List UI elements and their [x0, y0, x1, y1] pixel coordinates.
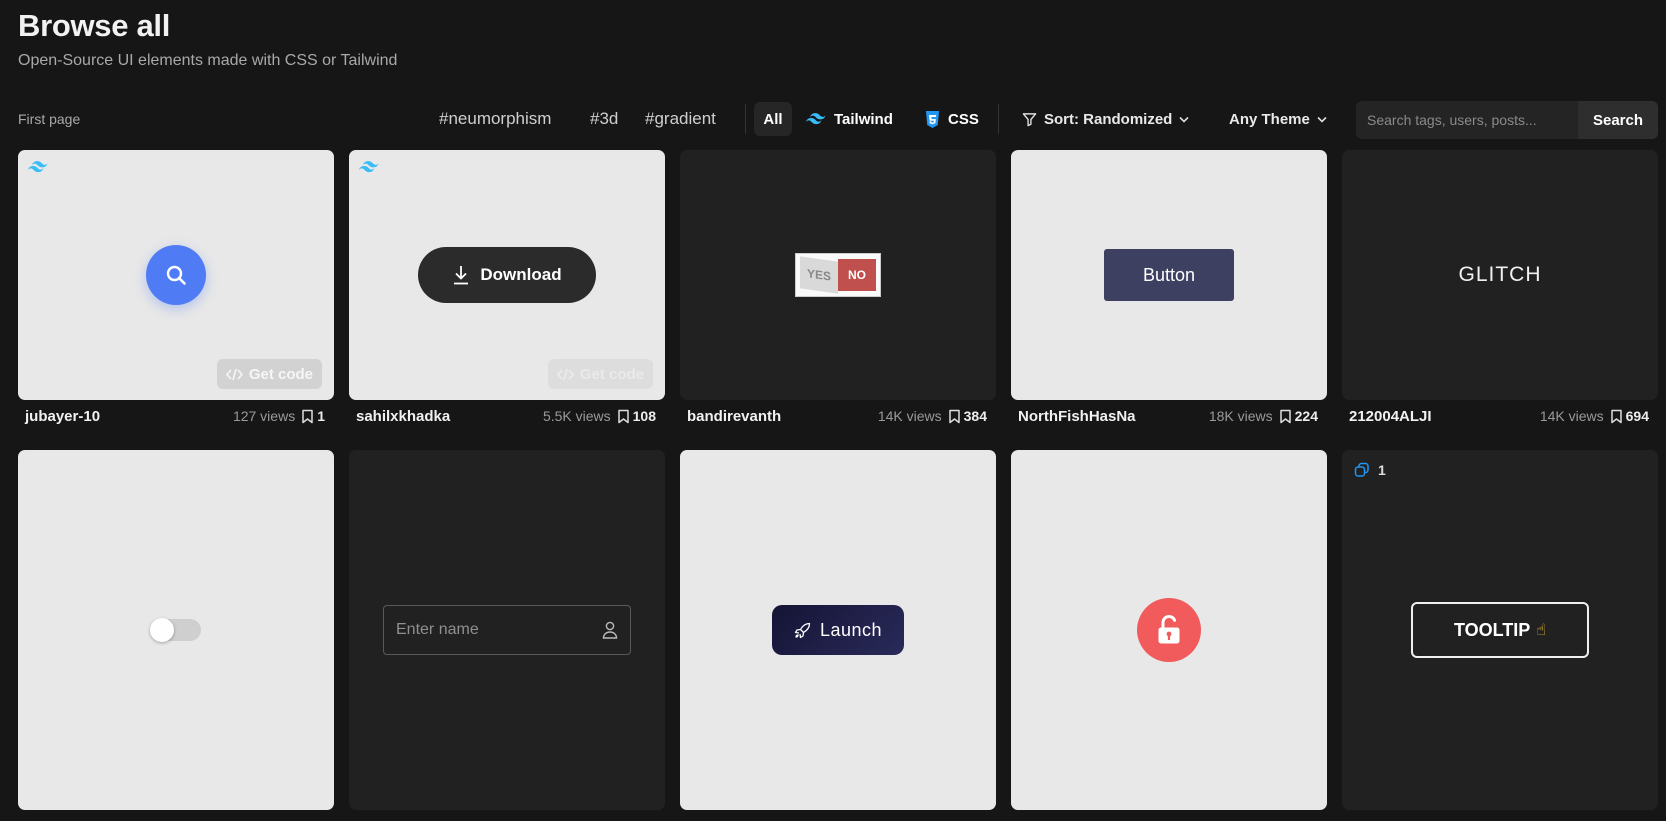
user-icon: [602, 621, 618, 639]
sort-dropdown[interactable]: Sort: Randomized: [1022, 102, 1189, 136]
card-author[interactable]: sahilxkhadka: [356, 408, 450, 425]
card-launch-button[interactable]: Launch: [680, 450, 996, 810]
card-meta: NorthFishHasNa 18K views 224: [1018, 406, 1318, 426]
card-author[interactable]: NorthFishHasNa: [1018, 408, 1136, 425]
card-search-button[interactable]: Get code: [18, 150, 334, 400]
preview-glitch-text: GLITCH: [1458, 263, 1542, 286]
download-label: Download: [480, 265, 562, 284]
card-meta: sahilxkhadka 5.5K views 108: [356, 406, 656, 426]
search-input[interactable]: [1356, 101, 1578, 139]
card-saves-count: 224: [1294, 408, 1318, 424]
tailwind-icon: [359, 161, 379, 173]
card-toggle-switch[interactable]: [18, 450, 334, 810]
card-saves-count: 384: [963, 408, 987, 424]
filter-css-button[interactable]: CSS: [925, 102, 979, 136]
search-button[interactable]: Search: [1578, 101, 1658, 139]
theme-label: Any Theme: [1229, 110, 1310, 128]
yes-side: YES: [800, 256, 838, 294]
preview-search-button[interactable]: [146, 245, 206, 305]
get-code-label: Get code: [248, 365, 313, 383]
preview-unlock-button[interactable]: [1137, 598, 1201, 662]
filter-funnel-icon: [1022, 112, 1037, 126]
card-saves-count: 108: [632, 408, 656, 424]
card-meta: 212004ALJI 14K views 694: [1349, 406, 1649, 426]
card-author[interactable]: 212004ALJI: [1349, 408, 1432, 425]
theme-dropdown[interactable]: Any Theme: [1229, 102, 1327, 136]
search-bar: Search: [1356, 101, 1658, 139]
get-code-button[interactable]: Get code: [547, 359, 653, 389]
card-views: 14K views: [877, 408, 942, 424]
tailwind-icon: [806, 113, 826, 125]
rocket-icon: [794, 622, 811, 639]
chevron-down-icon: [1179, 116, 1189, 123]
preview-launch-button[interactable]: Launch: [772, 605, 904, 655]
card-views: 5.5K views: [542, 408, 611, 424]
bookmark-icon: [1279, 409, 1291, 423]
card-tooltip-button[interactable]: 1 TOOLTIP ☝: [1342, 450, 1658, 810]
copy-icon: [1354, 462, 1369, 477]
card-saves[interactable]: 224: [1279, 408, 1318, 424]
pointing-hand-icon: ☝: [1536, 622, 1547, 639]
toggle-knob: [150, 618, 174, 642]
card-meta: jubayer-10 127 views 1: [25, 406, 325, 426]
card-saves[interactable]: 384: [948, 408, 987, 424]
code-icon: [225, 368, 243, 380]
download-icon: [454, 266, 469, 285]
preview-download-button[interactable]: Download: [418, 247, 596, 303]
bookmark-icon: [302, 409, 313, 423]
get-code-label: Get code: [579, 365, 644, 383]
divider: [998, 104, 999, 134]
page-title: Browse all: [18, 8, 171, 43]
no-side: NO: [838, 259, 876, 291]
preview-plain-button[interactable]: Button: [1104, 249, 1234, 301]
tag-gradient[interactable]: #gradient: [645, 109, 716, 129]
preview-tooltip-button[interactable]: TOOLTIP ☝: [1411, 602, 1589, 658]
filter-tailwind-button[interactable]: Tailwind: [806, 102, 893, 136]
card-saves[interactable]: 1: [301, 408, 325, 424]
input-placeholder: Enter name: [396, 621, 479, 638]
code-icon: [556, 368, 574, 380]
bookmark-icon: [617, 409, 629, 423]
first-page-link[interactable]: First page: [18, 111, 80, 127]
card-author[interactable]: jubayer-10: [25, 408, 100, 425]
preview-yes-no-toggle[interactable]: YES NO: [795, 253, 881, 297]
chevron-down-icon: [1317, 116, 1327, 123]
divider: [745, 104, 746, 134]
search-icon: [166, 265, 186, 285]
card-yes-no-toggle[interactable]: YES NO: [680, 150, 996, 400]
preview-name-input[interactable]: Enter name: [383, 605, 631, 655]
filter-all-button[interactable]: All: [754, 102, 792, 136]
copy-count: 1: [1354, 462, 1386, 478]
card-unlock-button[interactable]: [1011, 450, 1327, 810]
unlock-icon: [1158, 614, 1180, 644]
card-saves[interactable]: 694: [1610, 408, 1649, 424]
copy-count-value: 1: [1378, 462, 1386, 478]
tag-neumorphism[interactable]: #neumorphism: [439, 109, 551, 129]
tooltip-label: TOOLTIP: [1453, 619, 1531, 640]
card-plain-button[interactable]: Button: [1011, 150, 1327, 400]
card-glitch-text[interactable]: GLITCH: [1342, 150, 1658, 400]
bookmark-icon: [1610, 409, 1622, 423]
bookmark-icon: [948, 409, 960, 423]
card-views: 127 views: [232, 408, 296, 424]
css-icon: [926, 110, 939, 128]
card-saves-count: 1: [317, 408, 325, 424]
card-name-input[interactable]: Enter name: [349, 450, 665, 810]
card-views: 14K views: [1539, 408, 1604, 424]
sort-label: Sort: Randomized: [1044, 110, 1173, 128]
filter-css-label: CSS: [948, 110, 979, 128]
get-code-button[interactable]: Get code: [216, 359, 322, 389]
card-meta: bandirevanth 14K views 384: [687, 406, 987, 426]
page-subtitle: Open-Source UI elements made with CSS or…: [18, 52, 398, 69]
filter-tailwind-label: Tailwind: [834, 110, 893, 128]
card-views: 18K views: [1208, 408, 1273, 424]
preview-toggle-switch[interactable]: [150, 618, 201, 642]
tailwind-icon: [28, 161, 48, 173]
card-saves[interactable]: 108: [617, 408, 656, 424]
launch-label: Launch: [819, 619, 883, 640]
card-saves-count: 694: [1625, 408, 1649, 424]
card-download-button[interactable]: Download Get code: [349, 150, 665, 400]
card-author[interactable]: bandirevanth: [687, 408, 781, 425]
tag-3d[interactable]: #3d: [590, 109, 618, 129]
